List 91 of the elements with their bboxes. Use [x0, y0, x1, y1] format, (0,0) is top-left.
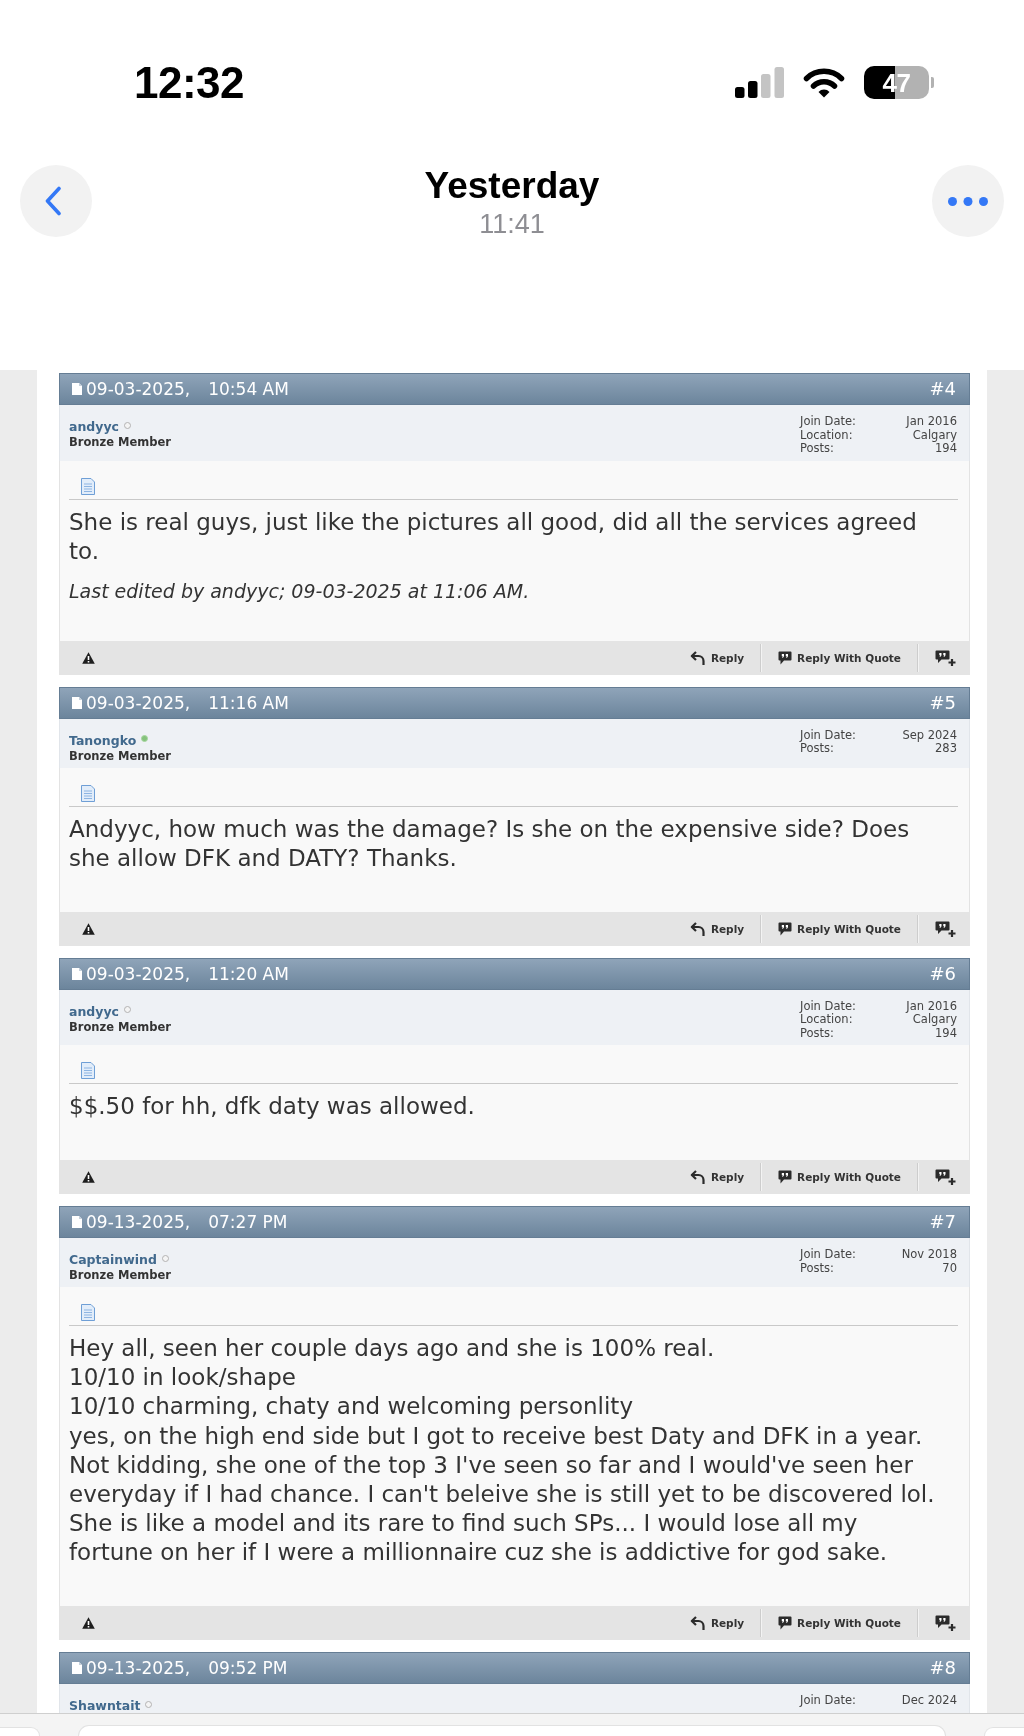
- info-value: Calgary: [912, 1013, 957, 1027]
- reply-with-quote-link[interactable]: Reply With Quote: [778, 921, 901, 936]
- info-value: Dec 2024: [901, 1694, 957, 1708]
- ellipsis-icon: [948, 196, 988, 206]
- post-number-link[interactable]: #7: [929, 1212, 956, 1232]
- page-icon: [72, 1662, 82, 1675]
- reply-arrow-icon: [689, 1170, 705, 1184]
- info-label: Join Date:: [800, 1248, 857, 1262]
- warning-icon[interactable]: [82, 1171, 95, 1183]
- info-value: 194: [935, 1026, 957, 1041]
- post-time: 10:54 AM: [208, 379, 289, 399]
- post-number-link[interactable]: #4: [929, 379, 956, 399]
- reply-arrow-icon: [689, 650, 705, 665]
- reply-arrow-icon: [689, 1616, 705, 1631]
- document-icon: [81, 477, 95, 495]
- info-value: Jan 2016: [906, 415, 957, 429]
- page-icon: [72, 383, 82, 395]
- user-rank: Bronze Member: [69, 435, 171, 449]
- reply-link[interactable]: Reply: [689, 921, 745, 936]
- post-date: 09-13-2025,: [86, 1658, 191, 1679]
- date-title: Yesterday: [424, 165, 600, 207]
- post-text: $$.50 for hh, dfk daty was allowed.: [69, 1092, 476, 1122]
- username-link[interactable]: andyyc: [69, 419, 119, 435]
- warning-icon[interactable]: [82, 1617, 95, 1630]
- post-number-link[interactable]: #5: [929, 692, 956, 713]
- signal-icon: [735, 67, 784, 98]
- reply-with-quote-link[interactable]: Reply With Quote: [778, 1170, 901, 1184]
- info-label: Join Date:: [800, 999, 857, 1013]
- post-time: 11:16 AM: [208, 692, 289, 713]
- status-time: 12:32: [134, 60, 245, 105]
- warning-icon[interactable]: [82, 651, 95, 664]
- info-label: Posts:: [800, 1261, 835, 1275]
- reply-with-quote-link[interactable]: Reply With Quote: [778, 1616, 901, 1631]
- reply-with-quote-link[interactable]: Reply With Quote: [778, 650, 901, 665]
- username-link[interactable]: andyyc: [69, 1003, 119, 1020]
- info-value: Nov 2018: [901, 1248, 957, 1262]
- user-rank: Bronze Member: [69, 1268, 171, 1282]
- post-date: 09-03-2025,: [86, 963, 191, 984]
- info-value: 283: [934, 742, 957, 756]
- info-label: Join Date:: [800, 415, 857, 429]
- wifi-icon: [803, 67, 845, 98]
- info-label: Posts:: [800, 742, 835, 756]
- edit-note: Last edited by andyyc; 09-03-2025 at 11:06 AM.: [69, 580, 531, 603]
- info-value: Jan 2016: [906, 999, 957, 1013]
- time-subtitle: 11:41: [479, 209, 545, 239]
- post-time: 07:27 PM: [208, 1212, 288, 1232]
- post-date: 09-03-2025,: [86, 692, 191, 713]
- post-time: 09:52 PM: [208, 1658, 288, 1679]
- quote-bubble-plus-icon[interactable]: [935, 920, 956, 937]
- reply-arrow-icon: [689, 921, 705, 936]
- document-icon: [81, 784, 95, 802]
- info-label: Location:: [800, 428, 854, 442]
- username-link[interactable]: Tanongko: [69, 732, 137, 749]
- quote-bubble-plus-icon[interactable]: [935, 1169, 956, 1185]
- info-label: Join Date:: [800, 728, 857, 743]
- post-text: She is real guys, just like the pictures all good, did all the services agreed to.: [69, 507, 918, 566]
- reply-link[interactable]: Reply: [689, 1170, 745, 1184]
- user-rank: Bronze Member: [69, 1019, 171, 1034]
- warning-icon[interactable]: [82, 922, 95, 935]
- info-label: Location:: [800, 1013, 854, 1027]
- quote-bubble-icon: [778, 921, 793, 936]
- info-value: Sep 2024: [902, 728, 957, 743]
- info-label: Posts:: [800, 442, 835, 456]
- username-link[interactable]: Shawntait: [69, 1698, 141, 1713]
- post-time: 11:20 AM: [208, 963, 289, 984]
- quote-bubble-icon: [778, 1616, 793, 1631]
- info-label: Join Date:: [800, 1694, 857, 1708]
- document-icon: [81, 1062, 95, 1080]
- document-icon: [81, 1304, 95, 1321]
- username-link[interactable]: Captainwind: [69, 1252, 157, 1268]
- info-label: Posts:: [800, 1026, 835, 1041]
- page-icon: [72, 1216, 82, 1228]
- page-icon: [72, 967, 82, 980]
- quote-bubble-plus-icon[interactable]: [935, 1615, 956, 1632]
- info-value: Calgary: [912, 428, 957, 442]
- post-text: Hey all, seen her couple days ago and she is 100% real. 10/10 in look/shape 10/10 charming, chaty and welcoming personlity yes, on the high end side but I got to receive best Daty and DFK in a year. Not kidding, she one of the top 3 I've seen so far and I would've seen her everyday if I had chance. I can't beleive she is still yet to be discovered lol. She is like a model and its rare to find such SPs... I would lose all my fortune on her if I were a millionnaire cuz she is addictive for god sake.: [69, 1334, 936, 1568]
- user-rank: Bronze Member: [69, 748, 171, 763]
- reply-link[interactable]: Reply: [689, 650, 745, 665]
- info-value: 194: [935, 442, 957, 456]
- page-icon: [72, 696, 82, 709]
- post-text: Andyyc, how much was the damage? Is she on the expensive side? Does she allow DFK and DATY? Thanks.: [69, 814, 911, 874]
- quote-bubble-icon: [778, 1170, 793, 1184]
- quote-bubble-plus-icon[interactable]: [935, 649, 956, 666]
- post-date: 09-13-2025,: [86, 1212, 191, 1232]
- post-number-link[interactable]: #8: [929, 1658, 956, 1679]
- post-number-link[interactable]: #6: [929, 963, 956, 984]
- post-date: 09-03-2025,: [86, 379, 191, 399]
- reply-link[interactable]: Reply: [689, 1616, 745, 1631]
- quote-bubble-icon: [778, 650, 793, 665]
- info-value: 70: [941, 1261, 957, 1275]
- chevron-icon: [44, 186, 62, 216]
